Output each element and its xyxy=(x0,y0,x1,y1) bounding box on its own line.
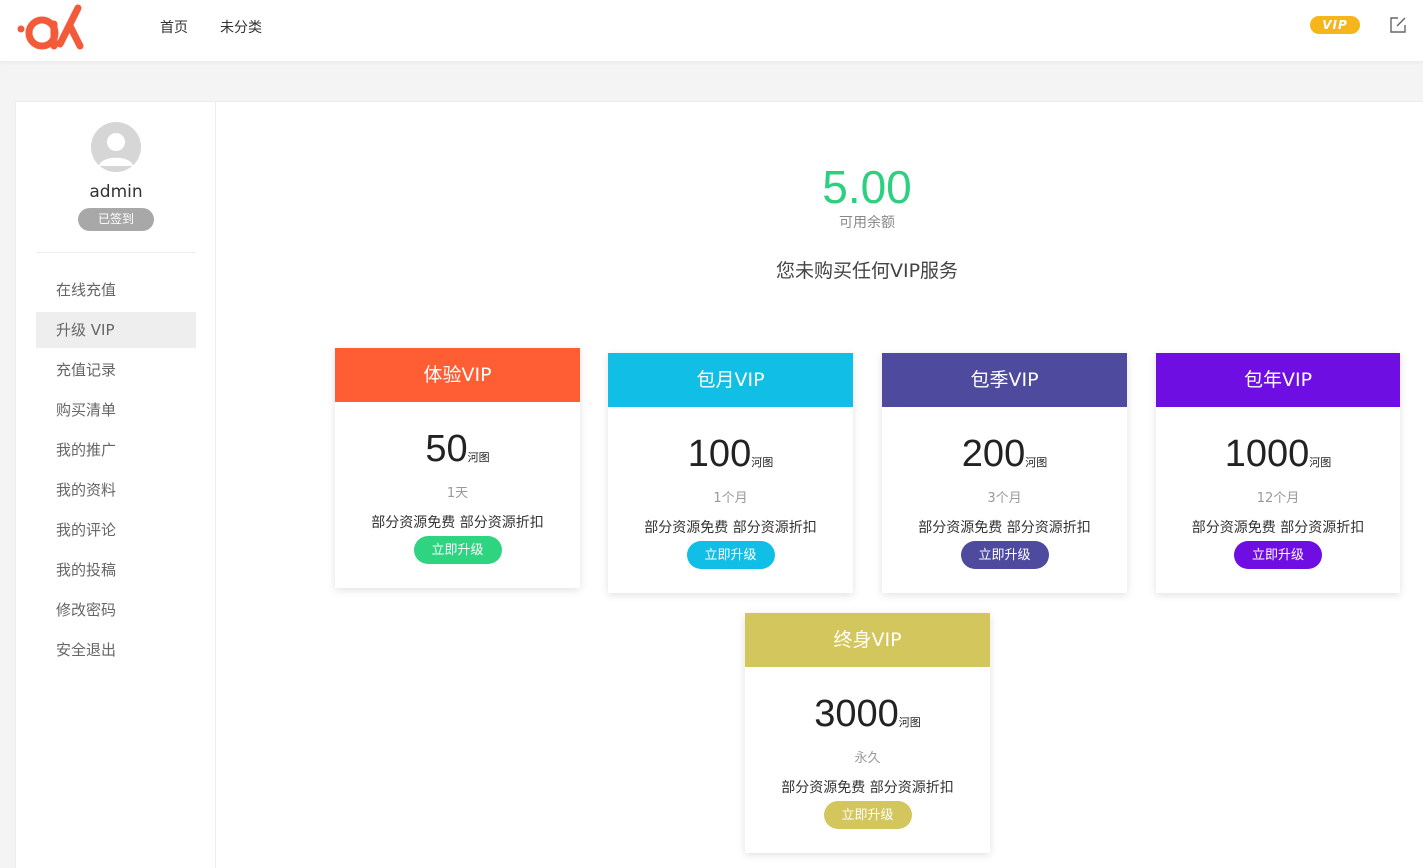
plan-price: 50河图 xyxy=(335,428,580,470)
sidebar-item-change-password[interactable]: 修改密码 xyxy=(36,592,196,628)
balance-value: 5.00 xyxy=(822,161,912,213)
plan-description: 部分资源免费 部分资源折扣 xyxy=(1191,520,1365,536)
plan-description: 部分资源免费 部分资源折扣 xyxy=(644,520,817,536)
plan-duration: 1天 xyxy=(446,486,469,501)
sidebar-item-referral[interactable]: 我的推广 xyxy=(36,432,196,468)
sidebar-item-upgrade-vip[interactable]: 升级 VIP xyxy=(36,312,196,348)
plan-price-value: 1000 xyxy=(1224,433,1310,475)
sidebar-item-logout[interactable]: 安全退出 xyxy=(36,632,196,668)
plan-price-unit: 河图 xyxy=(1309,456,1332,469)
nav-home[interactable]: 首页 xyxy=(160,17,188,37)
edit-icon[interactable] xyxy=(1389,16,1407,34)
plan-card-quarterly: 包季VIP 200河图 3个月 部分资源免费 部分资源折扣 立即升级 xyxy=(882,353,1127,593)
plan-price-unit: 河图 xyxy=(467,451,490,464)
plan-price: 100河图 xyxy=(608,433,853,475)
plan-price: 200河图 xyxy=(882,433,1127,475)
plan-title: 包年VIP xyxy=(1156,353,1400,407)
vip-badge[interactable]: VIP xyxy=(1310,16,1360,34)
plan-duration: 1个月 xyxy=(713,491,748,506)
plan-price: 3000河图 xyxy=(745,693,990,735)
plan-title: 包月VIP xyxy=(608,353,853,407)
plan-card-lifetime: 终身VIP 3000河图 永久 部分资源免费 部分资源折扣 立即升级 xyxy=(745,613,990,853)
upgrade-button[interactable]: 立即升级 xyxy=(413,536,502,564)
vip-status-text: 您未购买任何VIP服务 xyxy=(775,260,959,282)
sidebar-item-comments[interactable]: 我的评论 xyxy=(36,512,196,548)
top-header: 首页 未分类 VIP xyxy=(0,0,1423,61)
plan-card-monthly: 包月VIP 100河图 1个月 部分资源免费 部分资源折扣 立即升级 xyxy=(608,353,853,593)
plan-title: 包季VIP xyxy=(882,353,1127,407)
sidebar-item-purchases[interactable]: 购买清单 xyxy=(36,392,196,428)
balance-label: 可用余额 xyxy=(839,215,895,231)
plan-price: 1000河图 xyxy=(1156,433,1400,475)
plan-card-trial: 体验VIP 50河图 1天 部分资源免费 部分资源折扣 立即升级 xyxy=(335,348,580,588)
plan-price-value: 100 xyxy=(687,433,752,475)
plan-description: 部分资源免费 部分资源折扣 xyxy=(781,780,954,796)
sidebar-divider xyxy=(36,252,196,253)
site-logo-icon[interactable] xyxy=(16,2,84,52)
plan-price-unit: 河图 xyxy=(1025,456,1048,469)
sidebar-item-recharge-history[interactable]: 充值记录 xyxy=(36,352,196,388)
plan-card-yearly: 包年VIP 1000河图 12个月 部分资源免费 部分资源折扣 立即升级 xyxy=(1156,353,1400,593)
upgrade-button[interactable]: 立即升级 xyxy=(823,801,912,829)
plan-price-unit: 河图 xyxy=(751,456,774,469)
sidebar-item-submissions[interactable]: 我的投稿 xyxy=(36,552,196,588)
plan-duration: 3个月 xyxy=(987,491,1022,506)
upgrade-button[interactable]: 立即升级 xyxy=(686,541,775,569)
plan-price-value: 50 xyxy=(425,428,468,470)
upgrade-button[interactable]: 立即升级 xyxy=(1234,541,1322,569)
upgrade-button[interactable]: 立即升级 xyxy=(960,541,1049,569)
plan-description: 部分资源免费 部分资源折扣 xyxy=(918,520,1091,536)
plan-price-unit: 河图 xyxy=(898,716,921,729)
plan-price-value: 200 xyxy=(961,433,1026,475)
plan-duration: 12个月 xyxy=(1256,491,1300,506)
sidebar-item-profile[interactable]: 我的资料 xyxy=(36,472,196,508)
plan-price-value: 3000 xyxy=(814,693,899,735)
plan-duration: 永久 xyxy=(854,751,881,766)
plan-title: 终身VIP xyxy=(745,613,990,667)
plan-title: 体验VIP xyxy=(335,348,580,402)
plan-description: 部分资源免费 部分资源折扣 xyxy=(371,515,544,531)
nav-uncategorized[interactable]: 未分类 xyxy=(220,17,262,37)
